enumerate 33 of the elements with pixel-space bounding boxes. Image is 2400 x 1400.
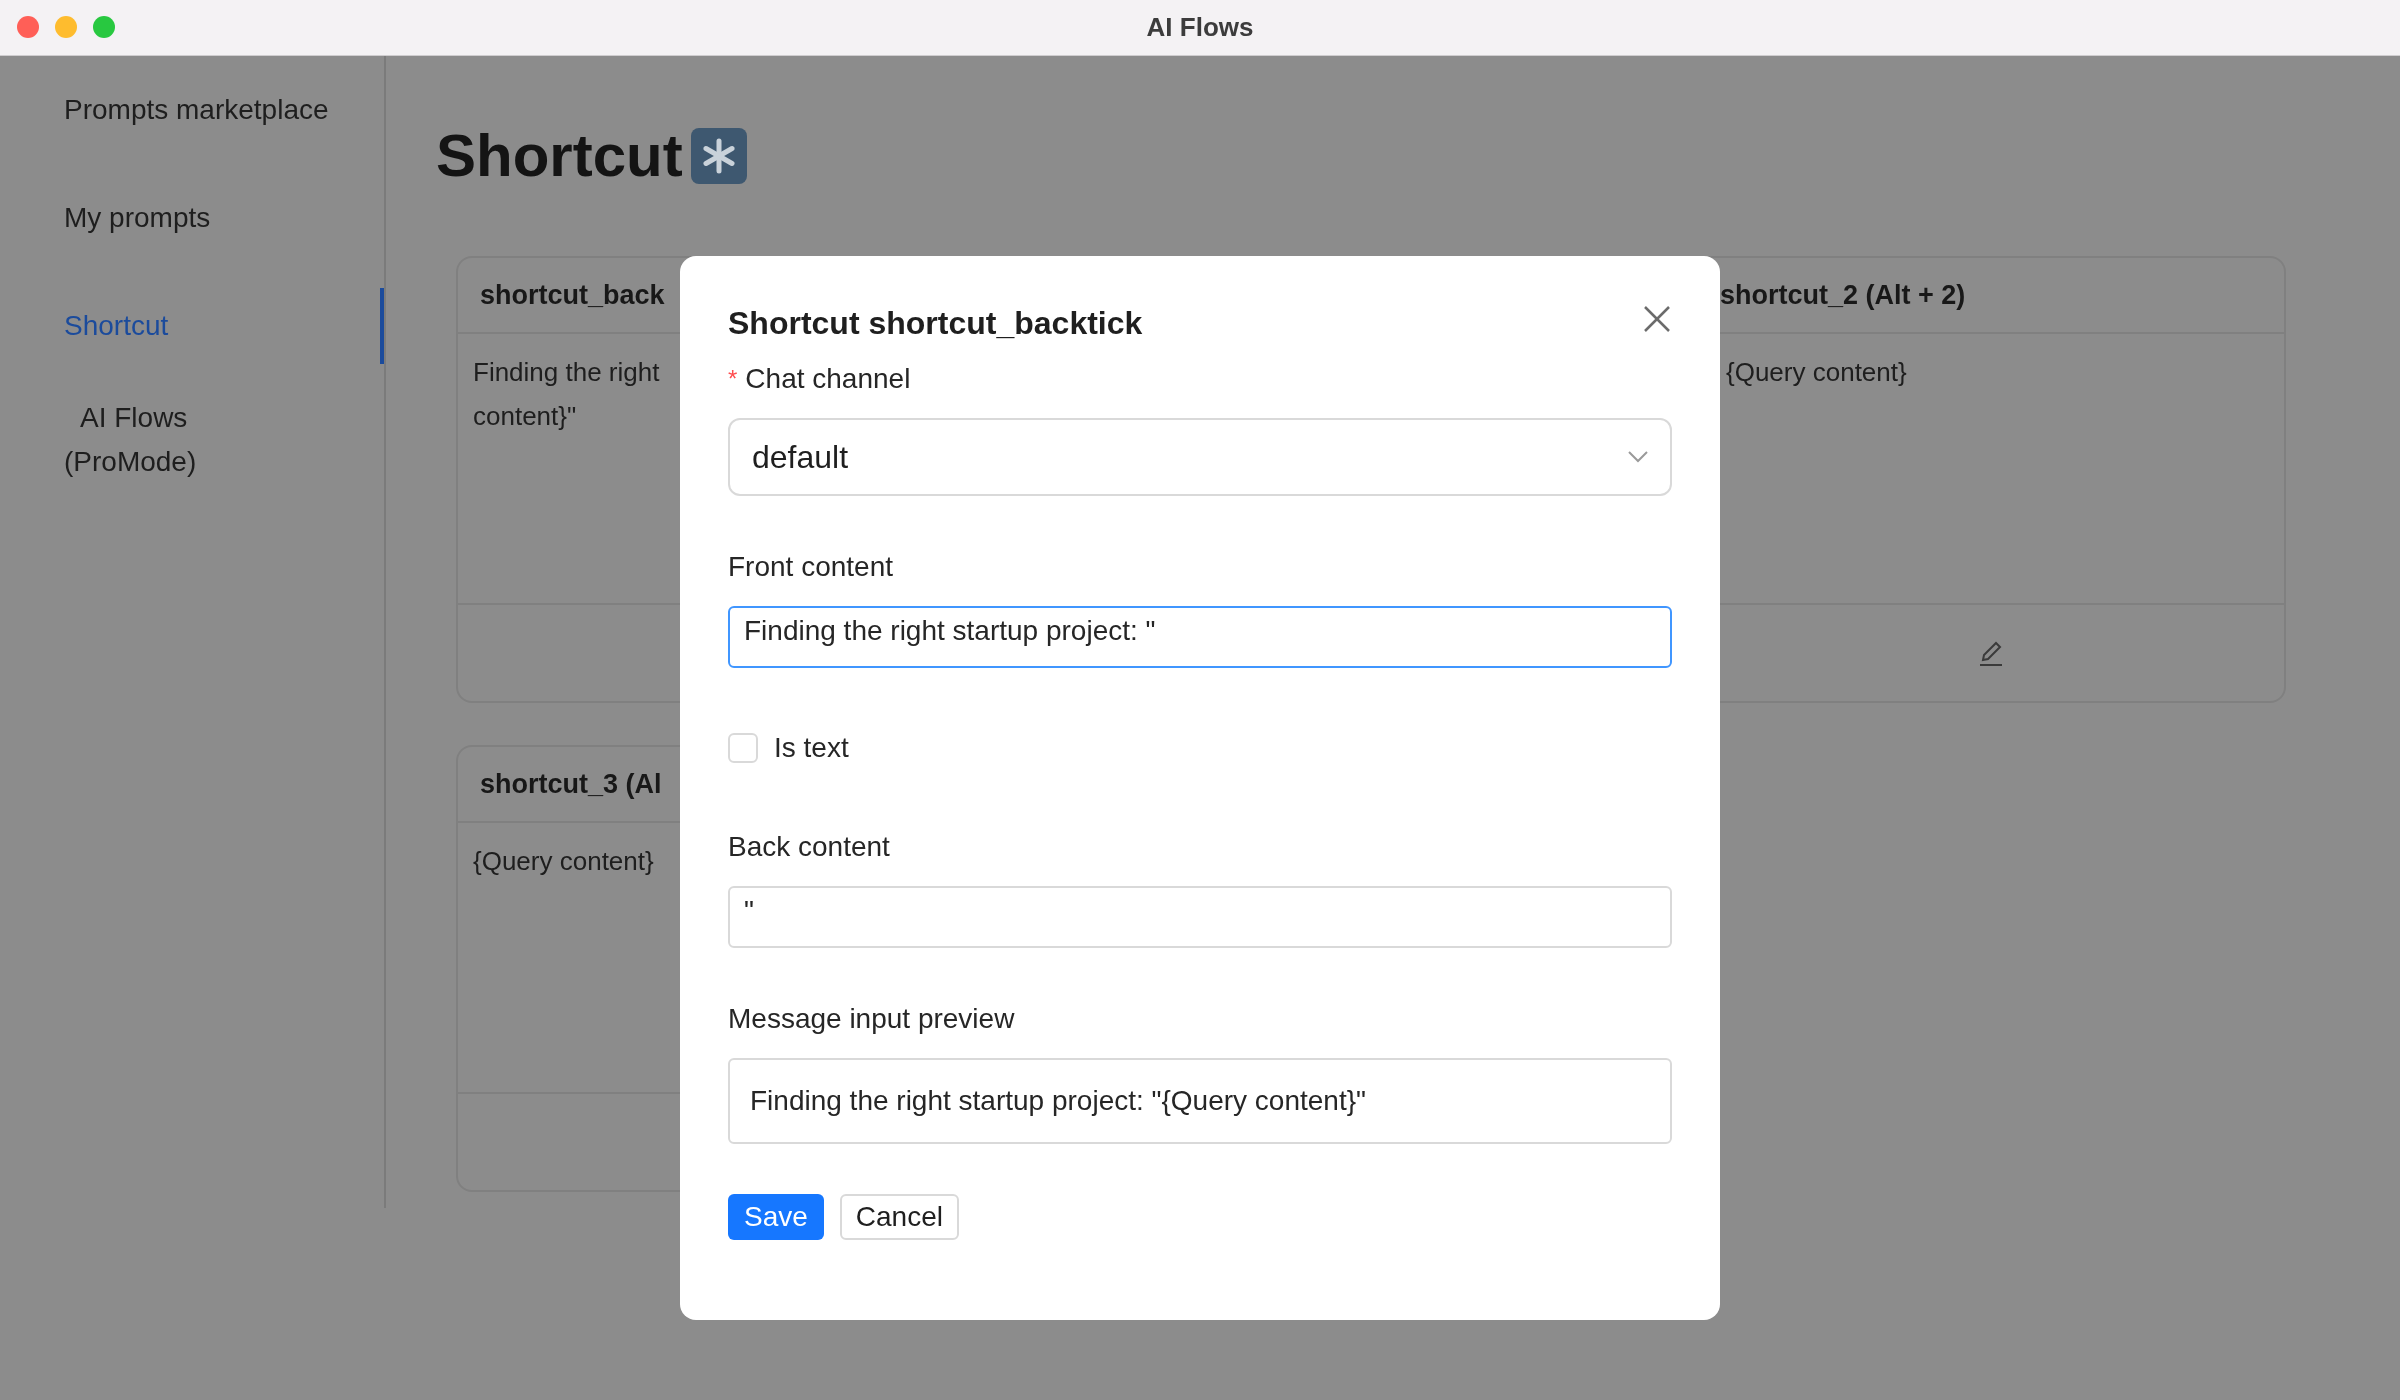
edit-icon[interactable]	[1977, 639, 2005, 667]
window-title: AI Flows	[1146, 11, 1254, 44]
dialog-title: Shortcut shortcut_backtick	[728, 304, 1143, 343]
text-field[interactable]: "	[728, 886, 1672, 949]
card-text: content}"	[473, 400, 577, 433]
field-label: Message input preview	[728, 1002, 1015, 1037]
asterisk-icon	[690, 128, 747, 184]
channel-dropdown[interactable]: default	[728, 418, 1672, 497]
page-title: Shortcut	[436, 121, 683, 191]
cancel-button[interactable]: Cancel	[839, 1194, 959, 1241]
minimize-window-icon[interactable]	[55, 16, 77, 38]
checkbox[interactable]	[728, 733, 758, 764]
field-label: Is text	[774, 731, 849, 766]
field-label: Chat channel	[745, 362, 911, 397]
chevron-down-icon	[1628, 451, 1648, 464]
card-title: shortcut_2 (Alt + 2)	[1720, 278, 1966, 312]
field-label: Back content	[728, 830, 890, 865]
close-window-icon[interactable]	[17, 16, 39, 38]
sidebar-item[interactable]: AI Flows (ProMode)	[0, 396, 290, 484]
card-text: Finding the right	[473, 356, 660, 389]
zoom-window-icon[interactable]	[93, 16, 115, 38]
card-text: {Query content}	[1726, 356, 1907, 389]
card-text: {Query content}	[473, 845, 654, 878]
close-icon[interactable]	[1642, 304, 1672, 334]
required-mark: *	[728, 364, 738, 395]
field-label: Front content	[728, 550, 893, 585]
text-field[interactable]: Finding the right startup project: "	[728, 606, 1672, 669]
preview-field: Finding the right startup project: "{Query content}"	[728, 1058, 1672, 1145]
card-title: shortcut_3 (Al	[480, 767, 662, 801]
sidebar-item[interactable]: My prompts	[0, 180, 384, 256]
save-button[interactable]: Save	[728, 1194, 824, 1241]
card-title: shortcut_back	[480, 278, 665, 312]
sidebar-item[interactable]: Prompts marketplace	[0, 72, 384, 148]
